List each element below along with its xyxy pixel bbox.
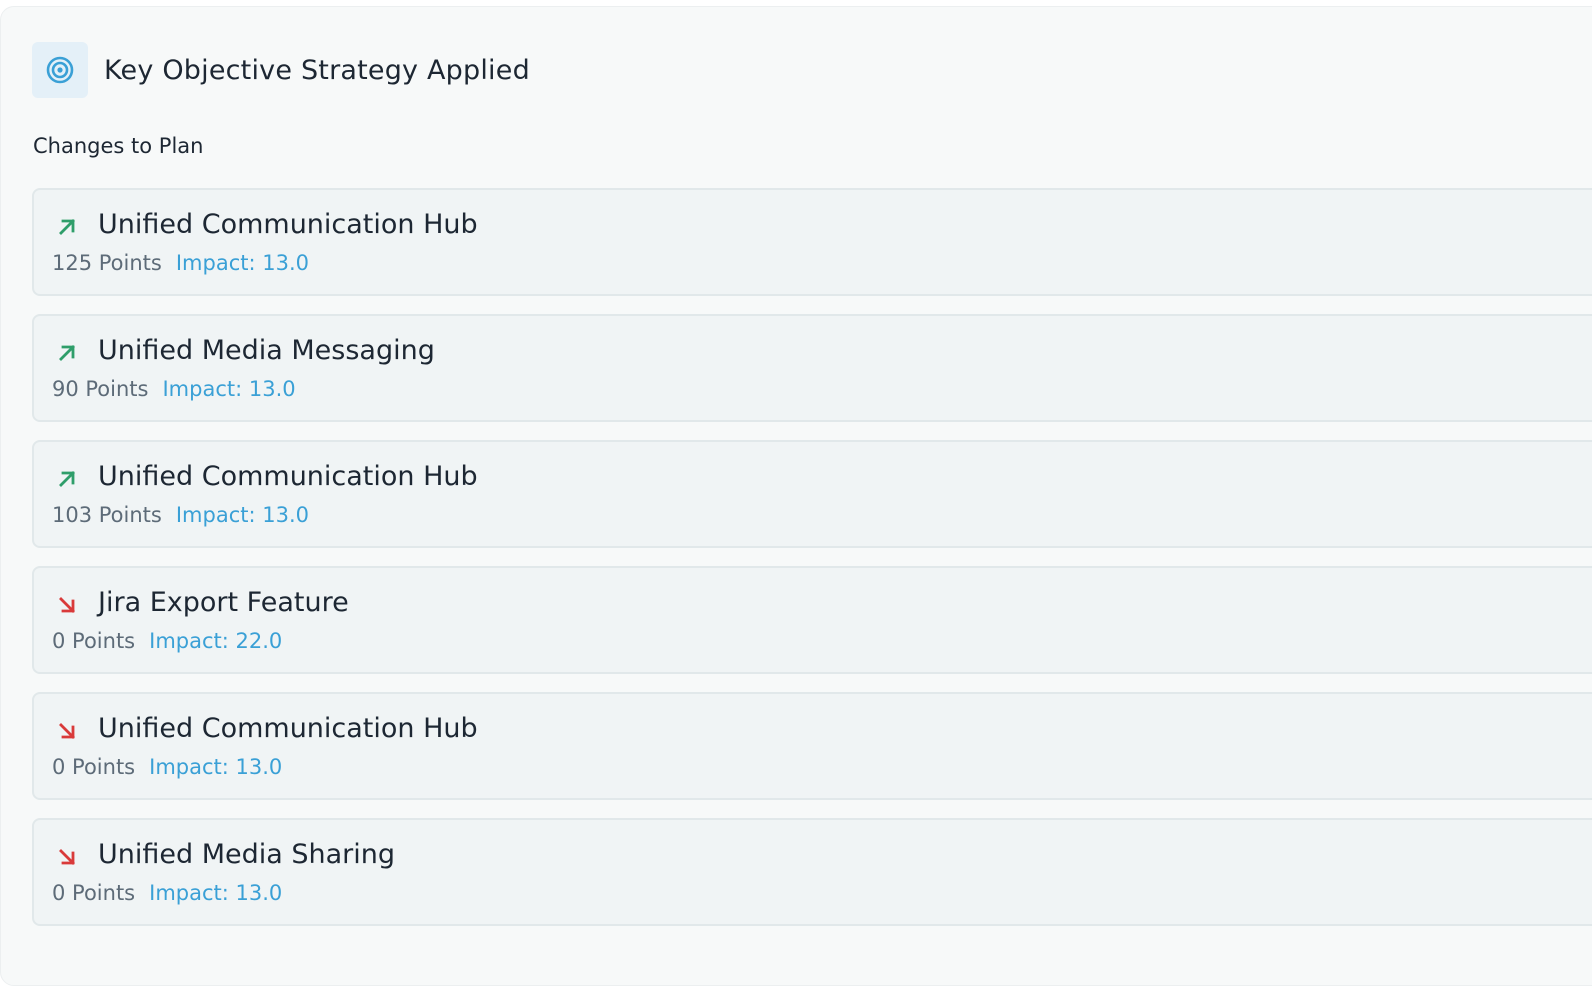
change-card[interactable]: Unified Media Messaging 90 Points Impact: … (32, 314, 1592, 422)
change-meta: 0 Points Impact: 13.0 (52, 755, 282, 779)
points-value: 0 Points (52, 881, 136, 905)
points-value: 0 Points (52, 629, 136, 653)
change-card[interactable]: Jira Export Feature 0 Points Impact: 22.0 (32, 566, 1592, 674)
panel-header: Key Objective Strategy Applied (32, 42, 530, 98)
change-title: Unified Communication Hub (98, 461, 478, 492)
target-icon (32, 42, 88, 98)
arrow-up-right-icon (54, 466, 80, 492)
changes-list: Unified Communication Hub 125 Points Impac… (32, 188, 1592, 944)
change-title: Unified Media Messaging (98, 335, 435, 366)
arrow-down-right-icon (54, 718, 80, 744)
change-card[interactable]: Unified Communication Hub 0 Points Impact:… (32, 692, 1592, 800)
panel-title: Key Objective Strategy Applied (104, 54, 530, 86)
change-meta: 90 Points Impact: 13.0 (52, 377, 296, 401)
change-title: Unified Communication Hub (98, 713, 478, 744)
change-meta: 0 Points Impact: 22.0 (52, 629, 282, 653)
arrow-up-right-icon (54, 340, 80, 366)
change-meta: 0 Points Impact: 13.0 (52, 881, 282, 905)
impact-value: Impact: 13.0 (175, 503, 309, 527)
points-value: 0 Points (52, 755, 136, 779)
arrow-down-right-icon (54, 844, 80, 870)
points-value: 125 Points (52, 251, 162, 275)
strategy-panel: Key Objective Strategy Applied Changes t… (0, 6, 1592, 986)
impact-value: Impact: 13.0 (175, 251, 309, 275)
arrow-up-right-icon (54, 214, 80, 240)
points-value: 103 Points (52, 503, 162, 527)
points-value: 90 Points (52, 377, 149, 401)
change-card[interactable]: Unified Communication Hub 125 Points Impac… (32, 188, 1592, 296)
impact-value: Impact: 13.0 (149, 881, 283, 905)
change-title: Jira Export Feature (98, 587, 349, 618)
change-title: Unified Media Sharing (98, 839, 396, 870)
impact-value: Impact: 13.0 (162, 377, 296, 401)
change-meta: 103 Points Impact: 13.0 (52, 503, 309, 527)
impact-value: Impact: 22.0 (149, 629, 283, 653)
change-title: Unified Communication Hub (98, 209, 478, 240)
change-meta: 125 Points Impact: 13.0 (52, 251, 309, 275)
arrow-down-right-icon (54, 592, 80, 618)
section-label: Changes to Plan (33, 134, 204, 158)
impact-value: Impact: 13.0 (149, 755, 283, 779)
change-card[interactable]: Unified Media Sharing 0 Points Impact: 13.… (32, 818, 1592, 926)
change-card[interactable]: Unified Communication Hub 103 Points Impac… (32, 440, 1592, 548)
